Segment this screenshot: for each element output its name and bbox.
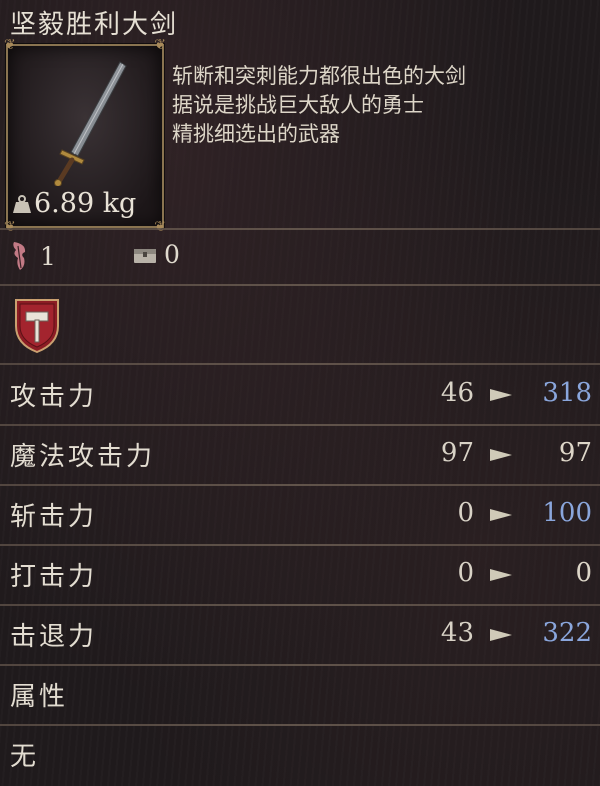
stat-new-value: 0 (575, 558, 592, 588)
arrow-right-icon (490, 389, 512, 401)
arrow-right-icon (490, 449, 512, 461)
stat-base-value: 97 (440, 438, 474, 468)
stat-base-value: 0 (457, 558, 474, 588)
frame-ornament: ❦ (4, 37, 16, 53)
arrow-right-icon (490, 629, 512, 641)
chest-icon (134, 248, 156, 263)
description-line: 精挑细选出的武器 (172, 122, 340, 146)
stat-new-value: 97 (558, 438, 592, 468)
item-detail-panel: 坚毅胜利大剑 ❦ ❦ ❦ ❦ 6.89 kg 斩断和突刺能力都很出色的大剑 据说… (0, 0, 600, 786)
hammer-shield-icon (15, 299, 59, 354)
stat-label: 击退力 (10, 622, 98, 652)
divider (0, 228, 600, 230)
stat-new-value: 322 (542, 618, 592, 648)
stat-row-strike: 打击力 0 0 (0, 546, 600, 606)
stored-count: 0 (132, 240, 180, 269)
stat-row-knockback: 击退力 43 322 (0, 606, 600, 666)
greatsword-icon (54, 61, 127, 186)
frame-ornament: ❦ (154, 37, 166, 53)
divider (0, 363, 600, 365)
attribute-label: 属性 (10, 682, 69, 712)
feather-rune-icon (13, 242, 26, 270)
stat-base-value: 0 (457, 498, 474, 528)
item-description: 斩断和突刺能力都很出色的大剑 据说是挑战巨大敌人的勇士 精挑细选出的武器 (172, 62, 592, 149)
stat-new-value: 100 (542, 498, 592, 528)
stat-base-value: 46 (440, 378, 474, 408)
item-weight: 6.89 kg (34, 188, 137, 219)
stat-row-magic-attack: 魔法攻击力 97 97 (0, 426, 600, 486)
item-image-frame: ❦ ❦ ❦ ❦ 6.89 kg (4, 38, 166, 234)
stat-label: 斩击力 (10, 502, 98, 532)
held-count-value: 1 (40, 241, 56, 271)
stat-row-attack: 攻击力 46 318 (0, 366, 600, 426)
frame-ornament: ❦ (4, 219, 16, 235)
stat-row-slash: 斩击力 0 100 (0, 486, 600, 546)
stat-label: 魔法攻击力 (10, 442, 156, 472)
arrow-right-icon (490, 569, 512, 581)
attribute-value: 无 (10, 742, 40, 772)
attribute-header: 属性 (0, 666, 600, 726)
stat-new-value: 318 (542, 378, 592, 408)
stat-label: 打击力 (10, 562, 98, 592)
arrow-right-icon (490, 509, 512, 521)
item-title: 坚毅胜利大剑 (10, 10, 179, 40)
attribute-value-row: 无 (0, 726, 600, 786)
description-line: 据说是挑战巨大敌人的勇士 (172, 93, 424, 117)
weight-icon (13, 195, 31, 213)
held-count: 1 (10, 240, 56, 272)
stat-label: 攻击力 (10, 382, 98, 412)
frame-ornament: ❦ (154, 219, 166, 235)
stat-base-value: 43 (440, 618, 474, 648)
divider (0, 284, 600, 286)
description-line: 斩断和突刺能力都很出色的大剑 (172, 64, 466, 88)
stored-count-value: 0 (164, 240, 180, 269)
